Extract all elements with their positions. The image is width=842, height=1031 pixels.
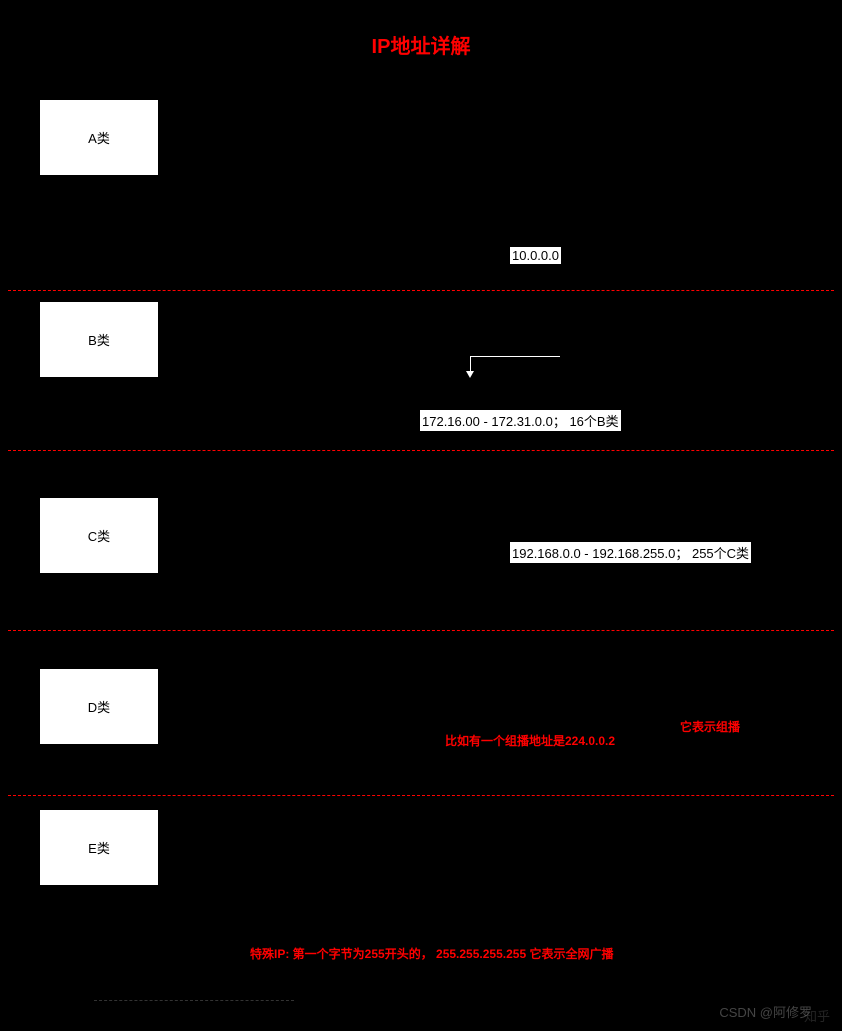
- class-d-note-left: 比如有一个组播地址是224.0.0.2: [445, 732, 615, 749]
- class-b-box: B类: [40, 302, 158, 377]
- divider-1: [8, 290, 834, 291]
- divider-3: [8, 630, 834, 631]
- class-c-label: C类: [88, 526, 110, 545]
- class-e-note: 特殊IP: 第一个字节为255开头的， 255.255.255.255 它表示全…: [250, 945, 613, 962]
- class-c-note: 192.168.0.0 - 192.168.255.0； 255个C类: [510, 542, 751, 563]
- class-c-box: C类: [40, 498, 158, 573]
- divider-4: [8, 795, 834, 796]
- divider-2: [8, 450, 834, 451]
- arrow-vertical: [470, 356, 471, 372]
- class-a-note: 10.0.0.0: [510, 247, 561, 264]
- faint-dash-line: [94, 1000, 294, 1001]
- diagram-canvas: IP地址详解 A类 10.0.0.0 B类 < 172.16.00 - 172.…: [0, 0, 842, 1031]
- class-d-note-right: 它表示组播: [680, 718, 740, 735]
- arrow-head-icon: [466, 371, 474, 378]
- class-d-box: D类: [40, 669, 158, 744]
- class-e-box: E类: [40, 810, 158, 885]
- class-a-box: A类: [40, 100, 158, 175]
- page-title: IP地址详解: [0, 30, 842, 59]
- class-a-label: A类: [88, 128, 110, 147]
- watermark-csdn: CSDN @阿修罗: [719, 1002, 812, 1021]
- watermark-zhihu: 知乎: [804, 1006, 830, 1025]
- class-b-note: 172.16.00 - 172.31.0.0； 16个B类: [420, 410, 621, 431]
- class-d-label: D类: [88, 697, 110, 716]
- class-b-label: B类: [88, 330, 110, 349]
- class-e-label: E类: [88, 838, 110, 857]
- arrow-horizontal: [470, 356, 560, 357]
- class-b-bracket: <: [205, 346, 213, 361]
